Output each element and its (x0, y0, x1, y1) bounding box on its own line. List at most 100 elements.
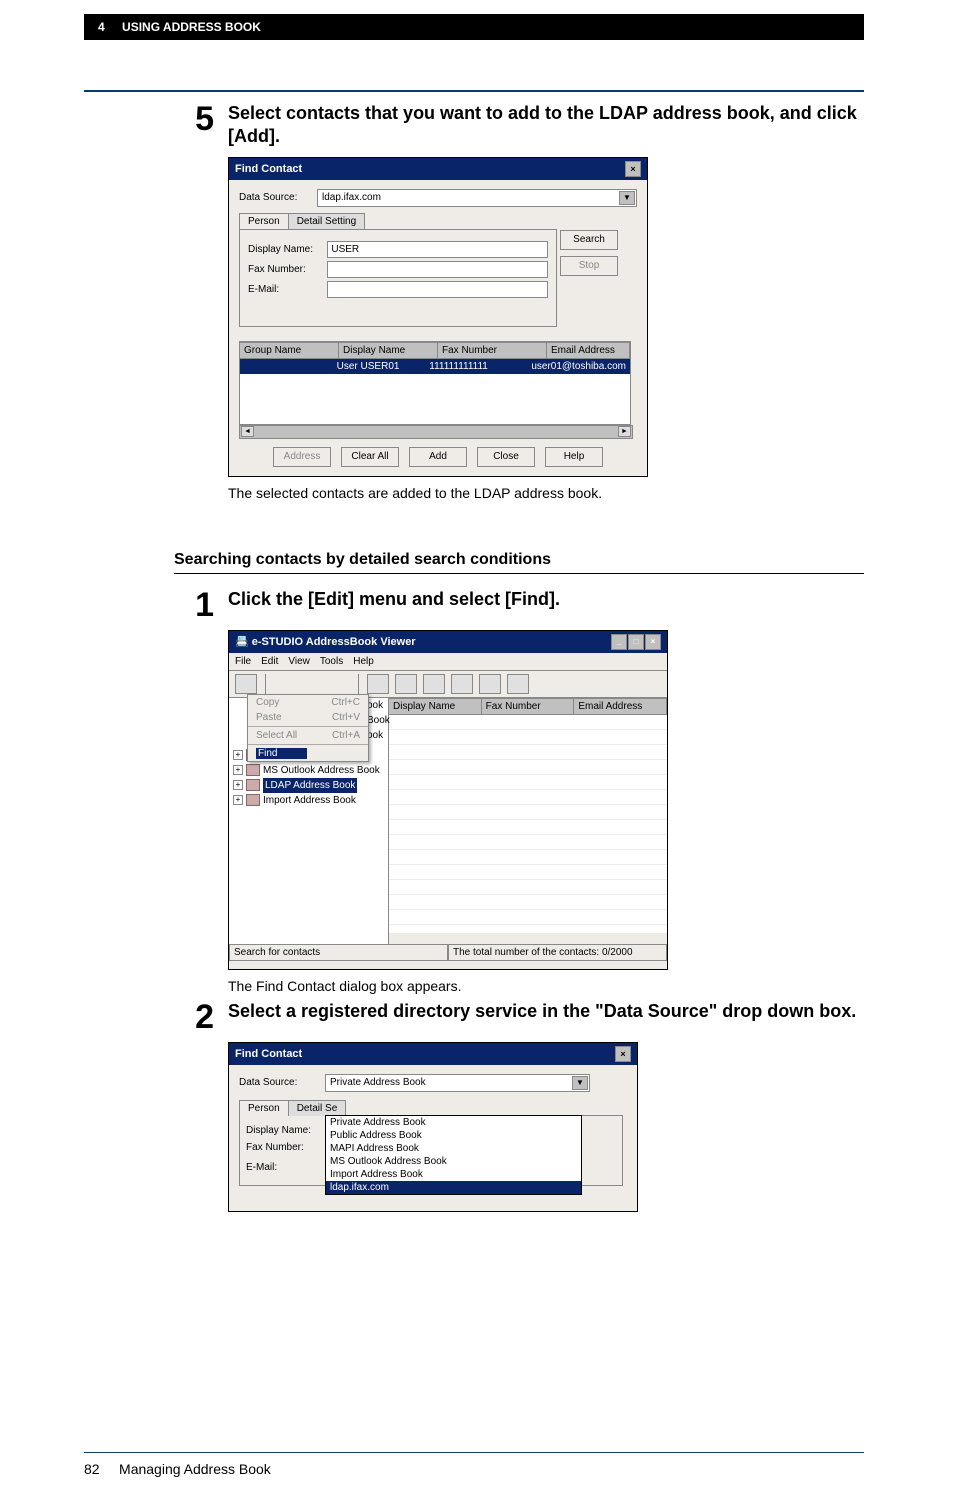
list-col-display[interactable]: Display Name (389, 698, 482, 715)
subheading-detailed-search: Searching contacts by detailed search co… (174, 551, 864, 574)
fax-number-label: Fax Number: (248, 264, 323, 275)
fax-number-input[interactable] (327, 261, 548, 278)
cell-group (240, 359, 333, 374)
close-button[interactable]: Close (477, 447, 535, 467)
menu-tools[interactable]: Tools (320, 656, 343, 667)
tab-detail[interactable]: Detail Se (288, 1100, 347, 1116)
h-scrollbar[interactable]: ◄ ► (239, 425, 633, 439)
tree-peek: Book (367, 713, 390, 728)
toolbar-btn-3[interactable] (423, 674, 445, 694)
display-name-input[interactable] (327, 241, 548, 258)
step-2-text: Select a registered directory service in… (228, 1000, 864, 1023)
option[interactable]: MAPI Address Book (326, 1142, 581, 1155)
bottom-rule (84, 1452, 864, 1453)
toolbar-btn-6[interactable] (507, 674, 529, 694)
tab-detail-setting[interactable]: Detail Setting (288, 213, 365, 229)
expand-icon[interactable]: + (233, 750, 243, 760)
option[interactable]: MS Outlook Address Book (326, 1155, 581, 1168)
email-label: E-Mail: (248, 284, 323, 295)
search-button[interactable]: Search (560, 230, 618, 250)
menu-find[interactable]: Find (256, 748, 307, 759)
scroll-right-icon[interactable]: ► (618, 426, 631, 437)
menu-select-all[interactable]: Select All (256, 730, 297, 741)
display-name-label: Display Name: (248, 244, 323, 255)
close-icon[interactable]: × (615, 1046, 631, 1062)
option[interactable]: Public Address Book (326, 1129, 581, 1142)
menu-file[interactable]: File (235, 656, 251, 667)
menu-copy[interactable]: Copy (256, 697, 279, 708)
data-source-dropdown[interactable]: ldap.ifax.com (317, 189, 637, 207)
tree-peek: ook (367, 728, 390, 743)
tree-item[interactable]: MS Outlook Address Book (263, 763, 380, 778)
step-5-number: 5 (174, 102, 214, 136)
step-1-number: 1 (174, 588, 214, 622)
dialog-title: Find Contact (235, 1048, 302, 1060)
footer-page-number: 82 (84, 1461, 100, 1477)
clear-all-button[interactable]: Clear All (341, 447, 399, 467)
tree-panel[interactable]: CopyCtrl+C PasteCtrl+V Select AllCtrl+A … (229, 698, 389, 944)
list-col-fax[interactable]: Fax Number (482, 698, 575, 715)
fax-number-label: Fax Number: (246, 1142, 324, 1153)
find-contact-dialog-2: Find Contact × Data Source: Private Addr… (228, 1042, 638, 1212)
email-input[interactable] (327, 281, 548, 298)
toolbar-btn-1[interactable] (235, 674, 257, 694)
close-icon[interactable]: × (625, 161, 641, 177)
step-1-caption: The Find Contact dialog box appears. (228, 978, 864, 994)
edit-dropdown-menu: CopyCtrl+C PasteCtrl+V Select AllCtrl+A … (247, 694, 369, 762)
book-icon (246, 764, 260, 776)
list-body[interactable] (389, 715, 667, 933)
menu-help[interactable]: Help (353, 656, 374, 667)
option[interactable]: Private Address Book (326, 1116, 581, 1129)
menu-view[interactable]: View (288, 656, 310, 667)
menu-paste[interactable]: Paste (256, 712, 282, 723)
results-table[interactable]: Group Name Display Name Fax Number Email… (239, 341, 631, 425)
step-5-text: Select contacts that you want to add to … (228, 102, 864, 149)
data-source-options-list: Private Address Book Public Address Book… (325, 1115, 582, 1195)
chapter-header: 4 USING ADDRESS BOOK (84, 14, 864, 40)
toolbar-btn-delete[interactable] (367, 674, 389, 694)
tab-person[interactable]: Person (239, 213, 289, 229)
data-source-label: Data Source: (239, 192, 317, 203)
option-selected[interactable]: ldap.ifax.com (326, 1181, 581, 1194)
step-1-text: Click the [Edit] menu and select [Find]. (228, 588, 864, 611)
display-name-label: Display Name: (246, 1125, 324, 1136)
cell-email: user01@toshiba.com (527, 359, 630, 374)
col-display-name[interactable]: Display Name (339, 342, 438, 359)
minimize-icon[interactable]: _ (611, 634, 627, 650)
col-email-address[interactable]: Email Address (547, 342, 630, 359)
book-icon (246, 794, 260, 806)
status-left: Search for contacts (229, 945, 448, 961)
expand-icon[interactable]: + (233, 780, 243, 790)
address-button[interactable]: Address (273, 447, 331, 467)
viewer-title: e-STUDIO AddressBook Viewer (252, 636, 416, 648)
data-source-dropdown[interactable]: Private Address Book (325, 1074, 590, 1092)
chapter-title: USING ADDRESS BOOK (122, 20, 261, 34)
add-button[interactable]: Add (409, 447, 467, 467)
scroll-left-icon[interactable]: ◄ (241, 426, 254, 437)
toolbar-btn-2[interactable] (395, 674, 417, 694)
menu-edit[interactable]: Edit (261, 656, 278, 667)
expand-icon[interactable]: + (233, 765, 243, 775)
dialog-title: Find Contact (235, 163, 302, 175)
toolbar-btn-5[interactable] (479, 674, 501, 694)
data-source-value: ldap.ifax.com (322, 192, 381, 203)
help-button[interactable]: Help (545, 447, 603, 467)
toolbar-btn-4[interactable] (451, 674, 473, 694)
data-source-value: Private Address Book (330, 1077, 426, 1088)
maximize-icon[interactable]: □ (628, 634, 644, 650)
close-icon[interactable]: × (645, 634, 661, 650)
list-col-email[interactable]: Email Address (574, 698, 667, 715)
tab-person[interactable]: Person (239, 1100, 289, 1116)
option[interactable]: Import Address Book (326, 1168, 581, 1181)
expand-icon[interactable]: + (233, 795, 243, 805)
col-fax-number[interactable]: Fax Number (438, 342, 547, 359)
email-label: E-Mail: (246, 1162, 324, 1173)
tree-item-selected[interactable]: LDAP Address Book (263, 778, 357, 793)
stop-button[interactable]: Stop (560, 256, 618, 276)
addressbook-viewer-window: 📇 e-STUDIO AddressBook Viewer _ □ × File… (228, 630, 668, 970)
book-icon (246, 779, 260, 791)
tree-item[interactable]: Import Address Book (263, 793, 356, 808)
col-group-name[interactable]: Group Name (240, 342, 339, 359)
table-row[interactable]: User USER01 111111111111 user01@toshiba.… (240, 359, 630, 374)
step-2-number: 2 (174, 1000, 214, 1034)
